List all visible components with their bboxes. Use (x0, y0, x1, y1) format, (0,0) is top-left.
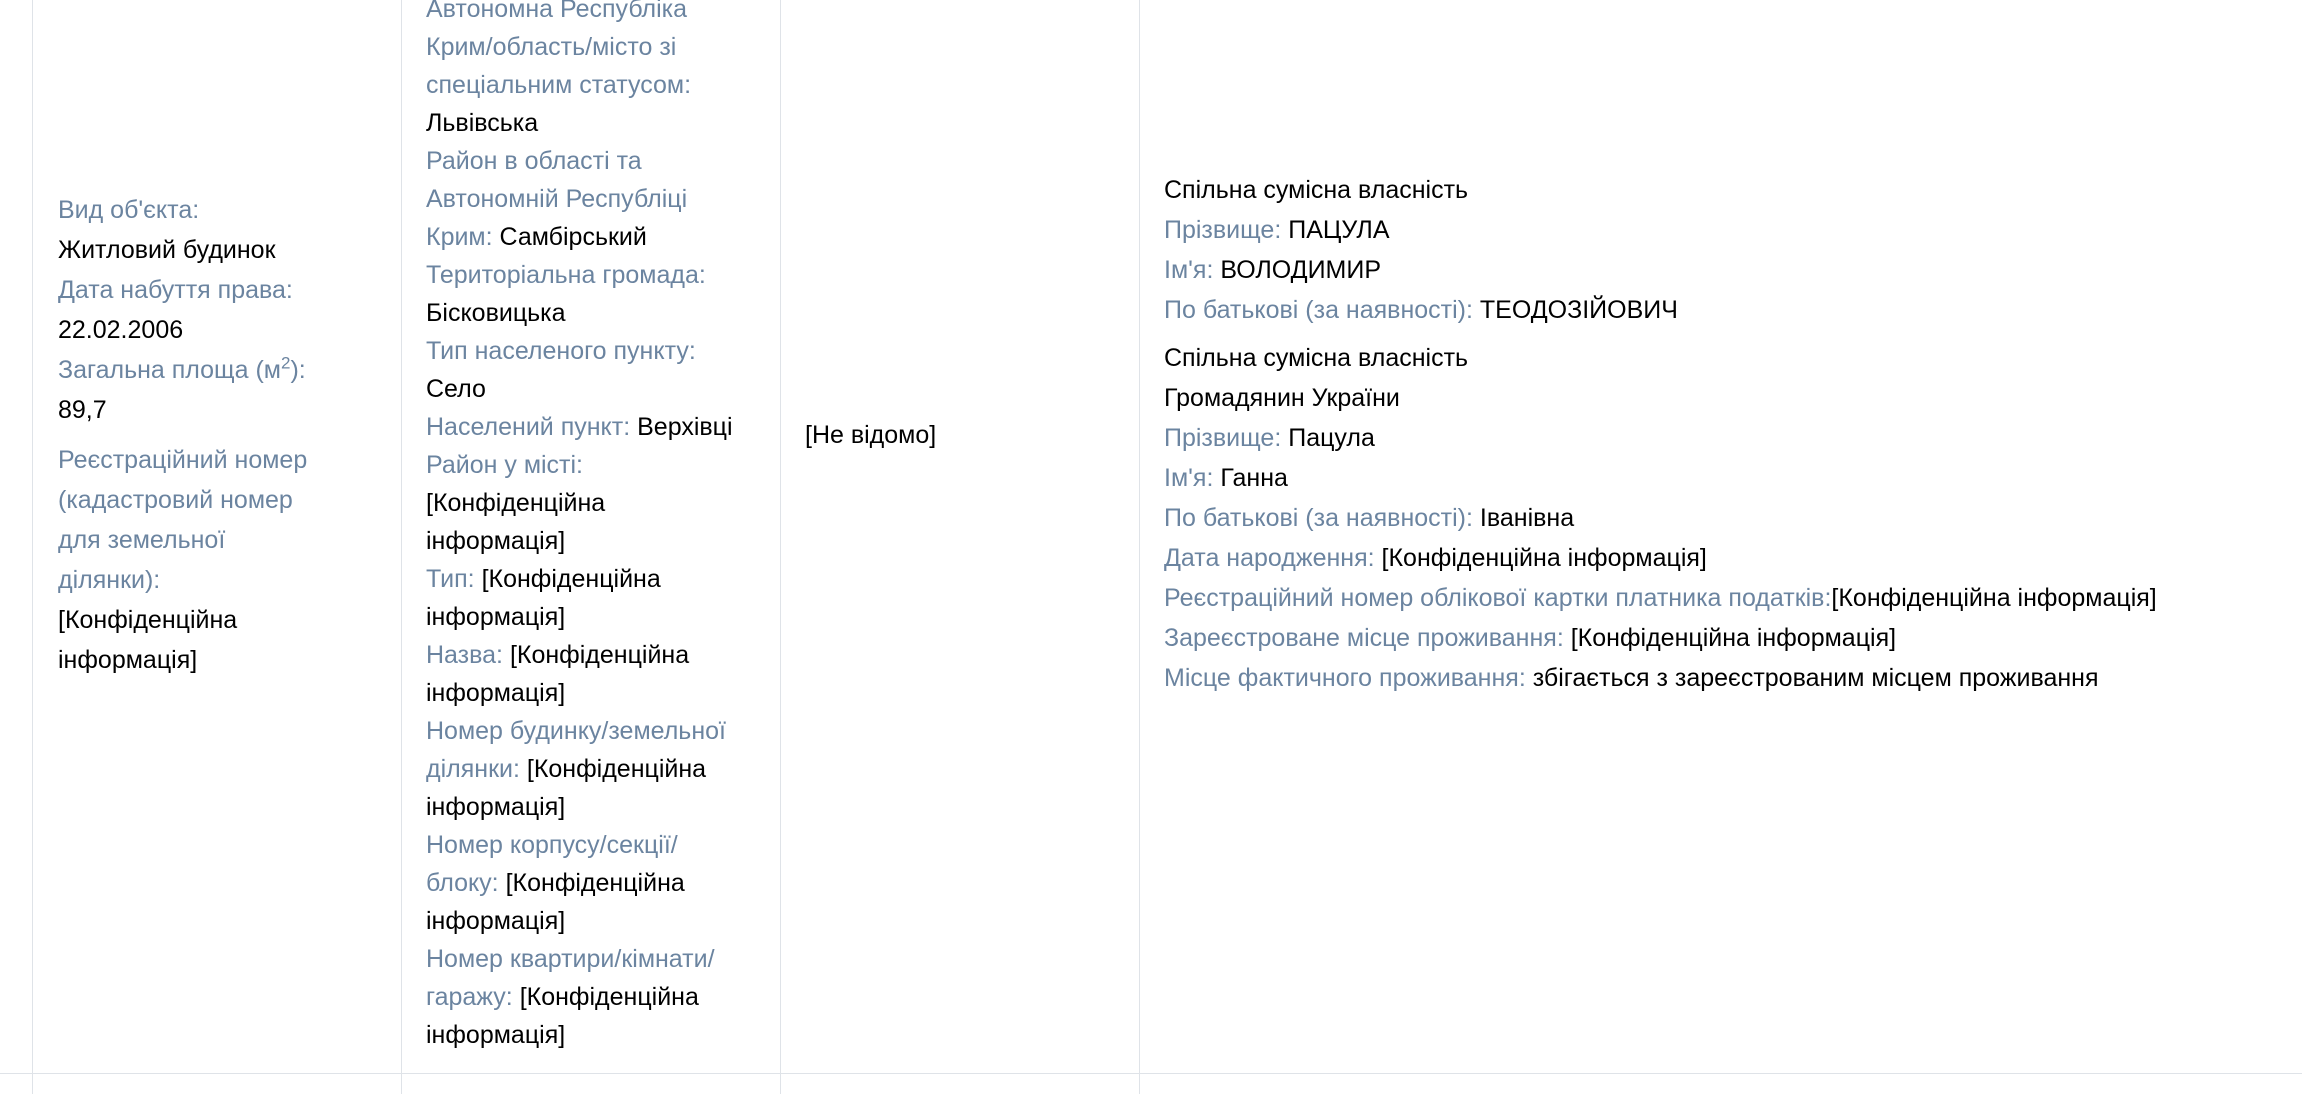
owner-2-tax-number-value: [Конфіденційна інформація] (1831, 584, 2157, 612)
owner-2-patronymic-label: По батькові (за наявності): (1164, 504, 1473, 532)
acquisition-date-label: Дата набуття права: (58, 276, 293, 304)
house-number-value-1: [Конфіденційна (526, 755, 707, 783)
apartment-number-label-1: Номер квартири/кімнати/ (426, 945, 715, 973)
registration-number-label-3: для земельної (58, 526, 226, 554)
owner-2: Спільна сумісна власність Громадянин Укр… (1164, 338, 2294, 698)
owner-1-patronymic-label: По батькові (за наявності): (1164, 296, 1473, 324)
building-number-value-2: інформація] (426, 907, 566, 935)
owners-cell: Спільна сумісна власність Прізвище: ПАЦУ… (1164, 170, 2294, 698)
region-label-2: Крим/область/місто зі (426, 33, 677, 61)
region-label-1: Автономна Республіка (426, 0, 688, 23)
object-info-cell: Вид об'єкта: Житловий будинок Дата набут… (58, 190, 358, 680)
building-number-label-2: блоку: (426, 869, 499, 897)
column-divider-2 (780, 0, 781, 1094)
cost-cell: [Не відомо] (805, 416, 1135, 454)
street-name-value-1: [Конфіденційна (509, 641, 690, 669)
building-number-value-1: [Конфіденційна (505, 869, 685, 897)
owner-2-birth-value: [Конфіденційна інформація] (1381, 544, 1707, 572)
owner-2-surname-value: Пацула (1288, 424, 1375, 452)
owner-2-name-label: Ім'я: (1164, 464, 1214, 492)
apartment-number-value-2: інформація] (426, 1021, 566, 1049)
registration-number-label-4: ділянки): (58, 566, 161, 594)
registration-number-label-2: (кадастровий номер (58, 486, 293, 514)
region-label-3: спеціальним статусом: (426, 71, 692, 99)
apartment-number-label-2: гаражу: (426, 983, 513, 1011)
object-type-label: Вид об'єкта: (58, 196, 200, 224)
street-type-value-1: [Конфіденційна (481, 565, 661, 593)
owner-1-name-label: Ім'я: (1164, 256, 1214, 284)
city-district-label: Район у місті: (426, 451, 584, 479)
building-number-label-1: Номер корпусу/секції/ (426, 831, 678, 859)
owner-1-surname-value: ПАЦУЛА (1288, 216, 1390, 244)
street-type-label: Тип: (426, 565, 475, 593)
owner-1-patronymic-value: ТЕОДОЗІЙОВИЧ (1479, 296, 1678, 324)
owner-2-birth-label: Дата народження: (1164, 544, 1375, 572)
column-divider-1 (401, 0, 402, 1094)
district-value: Самбірський (499, 223, 647, 251)
house-number-label-2: ділянки: (426, 755, 520, 783)
owner-2-registered-address-label: Зареєстроване місце проживання: (1164, 624, 1564, 652)
owner-1-name-value: ВОЛОДИМИР (1220, 256, 1382, 284)
district-label-2: Автономній Республіці (426, 185, 688, 213)
registration-number-value-1: [Конфіденційна (58, 606, 238, 634)
owner-1-ownership: Спільна сумісна власність (1164, 176, 1469, 204)
settlement-type-value: Село (426, 375, 486, 403)
acquisition-date-value: 22.02.2006 (58, 316, 184, 344)
street-type-value-2: інформація] (426, 603, 566, 631)
apartment-number-value-1: [Конфіденційна (519, 983, 699, 1011)
owner-2-citizenship: Громадянин України (1164, 384, 1400, 412)
column-divider-0 (32, 0, 33, 1094)
registration-number-value-2: інформація] (58, 646, 198, 674)
region-value: Львівська (426, 109, 539, 137)
street-name-label: Назва: (426, 641, 503, 669)
owner-2-patronymic-value: Іванівна (1479, 504, 1575, 532)
row-divider (0, 1073, 2302, 1074)
owner-2-actual-address-label: Місце фактичного проживання: (1164, 664, 1526, 692)
community-value: Бісковицька (426, 299, 566, 327)
community-label: Територіальна громада: (426, 261, 706, 289)
owner-2-surname-label: Прізвище: (1164, 424, 1282, 452)
city-district-value-2: інформація] (426, 527, 566, 555)
district-label-3: Крим: (426, 223, 493, 251)
city-district-value-1: [Конфіденційна (426, 489, 606, 517)
column-divider-3 (1139, 0, 1140, 1094)
total-area-label: Загальна площа (м2): (58, 353, 306, 384)
district-label-1: Район в області та (426, 147, 642, 175)
house-number-label-1: Номер будинку/земельної (426, 717, 726, 745)
owner-2-actual-address-value: збігається з зареєстрованим місцем прожи… (1532, 664, 2099, 692)
object-type-value: Житловий будинок (58, 236, 276, 264)
street-name-value-2: інформація] (426, 679, 566, 707)
settlement-value: Верхівці (637, 413, 733, 441)
owner-2-ownership: Спільна сумісна власність (1164, 344, 1469, 372)
settlement-label: Населений пункт: (426, 413, 631, 441)
cost-value: [Не відомо] (805, 421, 937, 449)
owner-1: Спільна сумісна власність Прізвище: ПАЦУ… (1164, 170, 2294, 330)
owner-2-name-value: Ганна (1220, 464, 1288, 492)
house-number-value-2: інформація] (426, 793, 566, 821)
owner-1-surname-label: Прізвище: (1164, 216, 1282, 244)
registration-number-label-1: Реєстраційний номер (58, 446, 308, 474)
address-cell: Автономна Республіка Крим/область/місто … (426, 0, 776, 1054)
owner-2-tax-number-label: Реєстраційний номер облікової картки пла… (1164, 584, 1832, 612)
total-area-value: 89,7 (58, 396, 107, 424)
owner-2-registered-address-value: [Конфіденційна інформація] (1570, 624, 1897, 652)
settlement-type-label: Тип населеного пункту: (426, 337, 696, 365)
